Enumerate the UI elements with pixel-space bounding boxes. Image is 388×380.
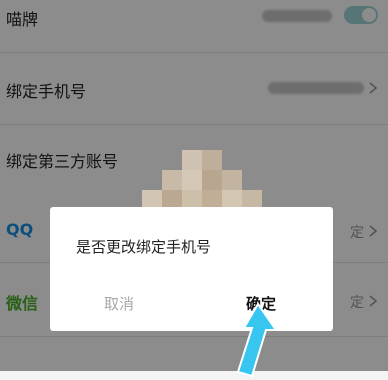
pointer-arrow-icon bbox=[236, 302, 278, 378]
dialog-message: 是否更改绑定手机号 bbox=[76, 238, 212, 256]
change-phone-dialog: 是否更改绑定手机号 取消 确定 bbox=[50, 207, 333, 331]
cancel-button[interactable]: 取消 bbox=[104, 293, 134, 314]
